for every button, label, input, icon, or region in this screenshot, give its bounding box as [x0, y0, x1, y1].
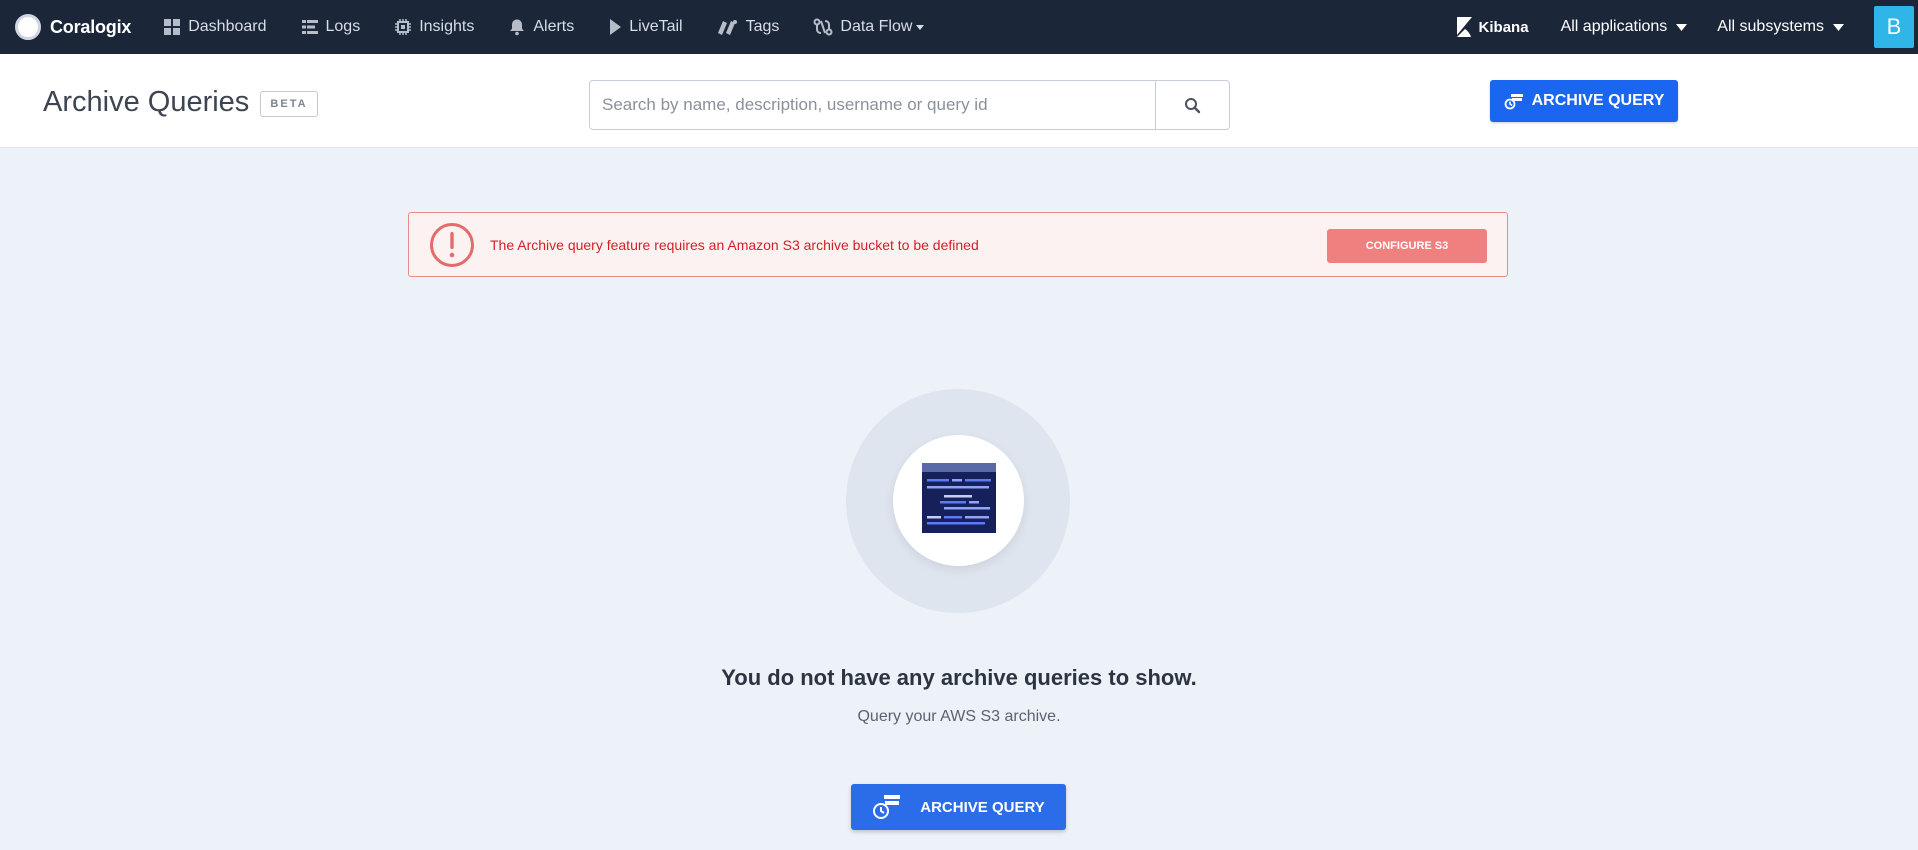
- tags-icon: [717, 20, 737, 35]
- subsystems-dropdown[interactable]: All subsystems: [1717, 18, 1844, 36]
- logs-list-icon: [301, 20, 318, 34]
- nav-item-livetail[interactable]: LiveTail: [608, 0, 683, 54]
- dashboard-grid-icon: [164, 19, 181, 35]
- kibana-label: Kibana: [1478, 18, 1529, 36]
- code-window-icon: [922, 463, 996, 533]
- nav-item-label: Data Flow: [840, 18, 913, 35]
- nav-item-label: LiveTail: [629, 18, 683, 35]
- nav-item-data-flow[interactable]: Data Flow: [813, 0, 925, 54]
- alert-message: The Archive query feature requires an Am…: [490, 236, 979, 253]
- kibana-link[interactable]: Kibana: [1456, 17, 1529, 37]
- beta-badge: BETA: [260, 91, 318, 117]
- search-icon: [1185, 97, 1201, 113]
- chevron-down-icon: [916, 25, 925, 30]
- kibana-icon: [1456, 17, 1472, 37]
- applications-dropdown[interactable]: All applications: [1561, 18, 1688, 36]
- subsystems-label: All subsystems: [1717, 18, 1824, 35]
- archive-query-icon: [873, 795, 901, 819]
- search-box: [589, 80, 1230, 130]
- search-button[interactable]: [1155, 81, 1229, 129]
- user-avatar[interactable]: B: [1874, 6, 1914, 48]
- nav-item-label: Insights: [419, 18, 475, 35]
- empty-state-title: You do not have any archive queries to s…: [721, 665, 1197, 690]
- nav-item-label: Tags: [745, 18, 780, 35]
- coralogix-logo-icon: [15, 14, 41, 40]
- archive-query-label: ARCHIVE QUERY: [1531, 92, 1665, 109]
- nav-item-alerts[interactable]: Alerts: [508, 0, 574, 54]
- caret-down-icon: [1676, 23, 1688, 31]
- page-title: Archive Queries: [43, 86, 250, 118]
- archive-query-button[interactable]: ARCHIVE QUERY: [1490, 80, 1678, 122]
- data-flow-icon: [813, 18, 833, 36]
- nav-item-label: Logs: [325, 18, 361, 35]
- bell-icon: [510, 19, 525, 36]
- empty-state-archive-query-button[interactable]: ARCHIVE QUERY: [851, 784, 1066, 830]
- play-icon: [610, 19, 622, 35]
- s3-warning-alert: The Archive query feature requires an Am…: [408, 212, 1508, 277]
- top-right-controls: Kibana All applications All subsystems B: [1456, 0, 1918, 54]
- archive-query-icon: [1504, 94, 1523, 110]
- nav-item-label: Dashboard: [188, 18, 267, 35]
- nav-item-label: Alerts: [533, 18, 575, 35]
- brand-logo[interactable]: Coralogix: [15, 0, 131, 54]
- brand-name: Coralogix: [50, 16, 132, 37]
- empty-state-subtitle: Query your AWS S3 archive.: [857, 708, 1061, 725]
- caret-down-icon: [1833, 23, 1844, 31]
- nav-item-dashboard[interactable]: Dashboard: [163, 0, 267, 54]
- insights-chip-icon: [395, 19, 412, 35]
- search-input[interactable]: [590, 81, 1155, 129]
- top-navigation-bar: Coralogix Dashboard Logs Insights Alerts…: [0, 0, 1918, 54]
- nav-item-logs[interactable]: Logs: [301, 0, 361, 54]
- archive-query-label: ARCHIVE QUERY: [920, 798, 1045, 816]
- nav-item-tags[interactable]: Tags: [717, 0, 780, 54]
- applications-label: All applications: [1560, 18, 1668, 35]
- nav-item-insights[interactable]: Insights: [394, 0, 474, 54]
- main-nav: Dashboard Logs Insights Alerts LiveTail …: [163, 0, 958, 54]
- exclamation-circle-icon: [430, 222, 474, 267]
- configure-s3-button[interactable]: CONFIGURE S3: [1327, 229, 1487, 263]
- page-header: Archive Queries BETA ARCHIVE QUERY: [0, 54, 1918, 148]
